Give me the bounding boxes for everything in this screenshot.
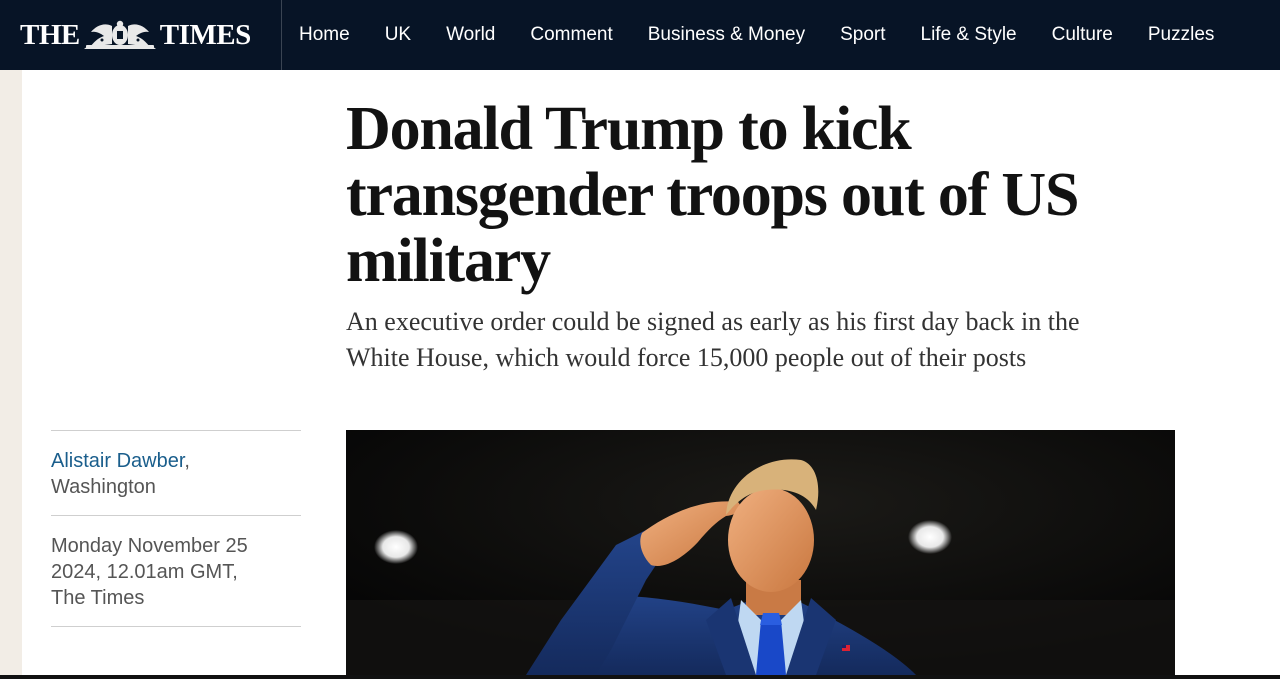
the-times-logo[interactable]: THE TIMES <box>20 19 251 52</box>
dateline: Monday November 25 2024, 12.01am GMT, Th… <box>51 516 301 626</box>
nav-item-business-money[interactable]: Business & Money <box>630 0 822 70</box>
nav-item-world[interactable]: World <box>429 0 513 70</box>
article-standfirst: An executive order could be signed as ea… <box>346 307 1080 372</box>
royal-crest-icon <box>83 20 156 49</box>
nav-item-puzzles[interactable]: Puzzles <box>1130 0 1232 70</box>
publish-date-line-2: 2024, 12.01am GMT, <box>51 561 238 583</box>
publish-date-line-1: Monday November 25 <box>51 535 248 557</box>
logo-text-the: THE <box>20 18 80 51</box>
hero-image <box>346 430 1175 675</box>
byline-separator: , <box>184 450 190 472</box>
byline-location: Washington <box>51 476 156 498</box>
nav-item-comment[interactable]: Comment <box>513 0 630 70</box>
nav-item-sport[interactable]: Sport <box>823 0 903 70</box>
divider <box>51 626 301 627</box>
publication-name: The Times <box>51 587 145 609</box>
nav-item-life-style[interactable]: Life & Style <box>903 0 1034 70</box>
bottom-edge <box>0 675 1280 679</box>
author-link[interactable]: Alistair Dawber <box>51 450 184 472</box>
nav-item-home[interactable]: Home <box>282 0 367 70</box>
article-page: Donald Trump to kick transgender troops … <box>22 70 1280 675</box>
byline: Alistair Dawber, Washington <box>51 431 301 515</box>
section-menu: Home UK World Comment Business & Money S… <box>282 0 1232 70</box>
top-navigation-bar: THE TIMES Home UK World Comment Business… <box>0 0 1280 70</box>
article-headline: Donald Trump to kick transgender troops … <box>346 95 1079 295</box>
article-meta: Alistair Dawber, Washington Monday Novem… <box>51 430 301 627</box>
saluting-man-photo <box>346 430 1175 675</box>
logo-text-times: TIMES <box>159 18 251 51</box>
page-left-gutter <box>0 70 22 675</box>
logo-container[interactable]: THE TIMES <box>0 0 282 70</box>
nav-item-culture[interactable]: Culture <box>1034 0 1130 70</box>
nav-item-uk[interactable]: UK <box>367 0 428 70</box>
